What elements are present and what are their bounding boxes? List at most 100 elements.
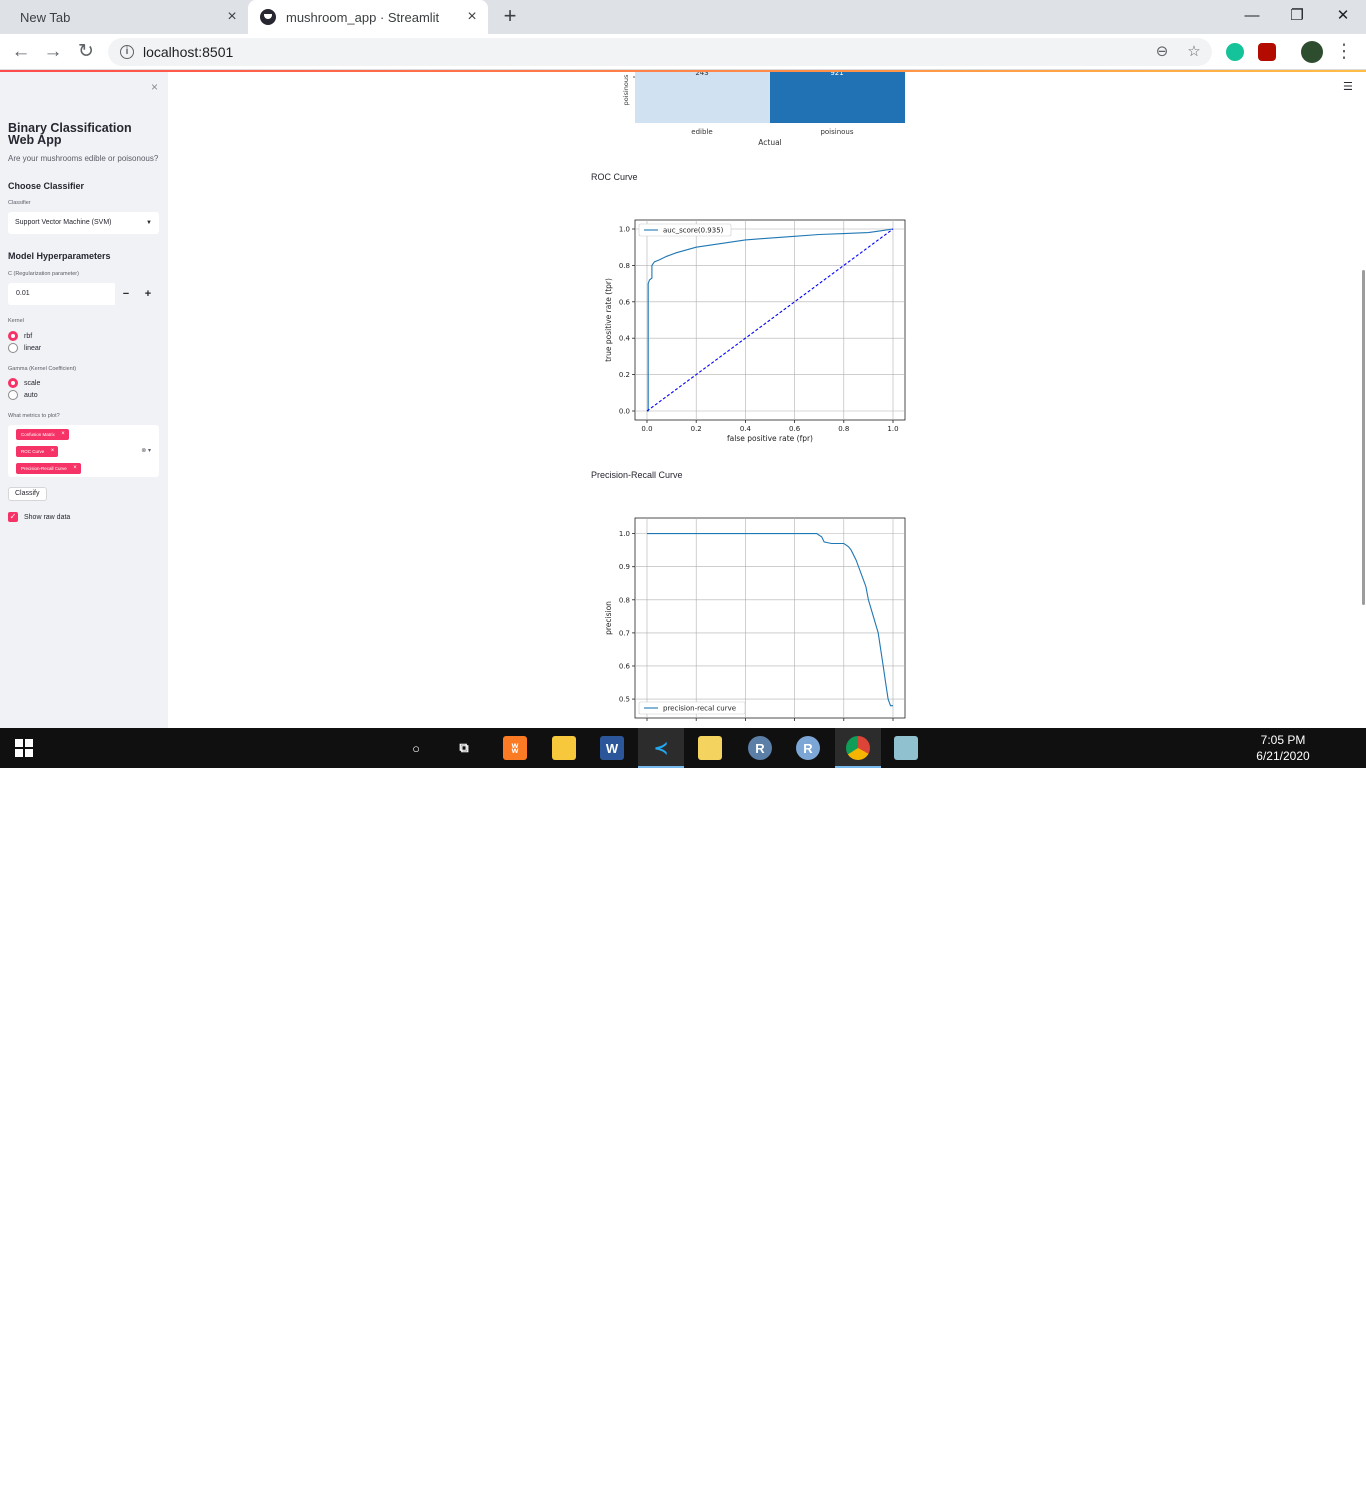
cortana-icon[interactable]: ○	[404, 736, 428, 760]
y-tick-label: 1.0	[619, 530, 630, 538]
windows-taskbar: ○ ⧉ ʬ W ≺ R R ^ ▭ ⊕ 🕪 ⌨ 🗨	[0, 728, 1366, 1485]
cm-xtick-edible: edible	[691, 128, 712, 136]
metric-chip-roc-curve[interactable]: ROC Curve ×	[16, 446, 59, 457]
hyperparameters-header: Model Hyperparameters	[8, 251, 111, 261]
cm-cell-poisinous	[770, 72, 905, 123]
pdf-extension-icon[interactable]	[1258, 43, 1276, 61]
y-tick-label: 0.6	[619, 298, 631, 306]
tab-new-tab[interactable]: New Tab ×	[8, 0, 248, 34]
metric-chip-pr-curve[interactable]: Precision-Recall Curve ×	[16, 463, 81, 474]
site-info-icon[interactable]: i	[120, 45, 134, 59]
radio-label: auto	[24, 391, 38, 399]
xampp-icon[interactable]: ʬ	[503, 736, 527, 760]
precision-recall-chart: 0.5 0.6 0.7 0.8 0.9 1.0 precision precision-rec…	[604, 517, 906, 721]
close-icon[interactable]: ×	[73, 463, 77, 474]
tab-label: mushroom_app · Streamlit	[286, 9, 440, 25]
y-tick-label: 0.2	[619, 371, 630, 379]
network-globe-icon[interactable]: ⊕	[1172, 1468, 1183, 1484]
browser-tab-strip: New Tab × mushroom_app · Streamlit × + —…	[0, 0, 1366, 34]
window-close-icon[interactable]: ✕	[1320, 0, 1366, 30]
tab-mushroom-app[interactable]: mushroom_app · Streamlit ×	[248, 0, 488, 34]
sidebar-close-icon[interactable]: ×	[151, 80, 158, 94]
file-explorer-icon[interactable]	[552, 736, 576, 760]
minimize-icon[interactable]: —	[1229, 0, 1275, 30]
kernel-radio-rbf[interactable]: rbf	[8, 331, 32, 341]
close-icon[interactable]: ×	[51, 446, 55, 457]
gamma-radio-scale[interactable]: scale	[8, 378, 40, 388]
y-tick-label: 0.8	[619, 262, 630, 270]
y-tick-label: 0.4	[619, 335, 631, 343]
radio-label: rbf	[24, 332, 33, 340]
c-parameter-input[interactable]: 0.01	[16, 290, 30, 297]
y-tick-label: 1.0	[619, 226, 630, 234]
chrome-menu-icon[interactable]: ⋮	[1332, 40, 1356, 64]
reload-icon[interactable]: ↻	[74, 40, 98, 64]
kernel-radio-linear[interactable]: linear	[8, 343, 41, 353]
increment-button[interactable]: +	[137, 283, 159, 305]
decrement-button[interactable]: −	[115, 283, 137, 305]
confusion-matrix-chart: 243 921 poisinous edible poisinous Actua…	[622, 72, 905, 147]
kernel-label: Kernel	[8, 318, 24, 324]
vscode-icon[interactable]: ≺	[649, 736, 673, 760]
restore-icon[interactable]: ❐	[1274, 0, 1320, 30]
cm-xtick-poisinous: poisinous	[820, 128, 853, 136]
tray-chevron-up-icon[interactable]: ^	[1127, 1468, 1133, 1483]
roc-section-title: ROC Curve	[591, 172, 638, 182]
notifications-icon[interactable]: 🗨	[1324, 1466, 1344, 1486]
y-tick-label: 0.5	[619, 696, 630, 704]
classifier-label: Classifier	[8, 200, 31, 206]
c-parameter-stepper[interactable]: 0.01 − +	[8, 283, 159, 305]
legend-label: precision-recal curve	[663, 705, 736, 713]
app-icon[interactable]	[894, 736, 918, 760]
new-tab-plus-icon[interactable]: +	[498, 5, 522, 29]
sidebar: × Binary Classification Web App Are your…	[0, 72, 168, 728]
radio-selected-icon	[8, 331, 18, 341]
word-icon[interactable]: W	[600, 736, 624, 760]
gamma-radio-auto[interactable]: auto	[8, 390, 38, 400]
avatar[interactable]	[1301, 41, 1323, 63]
windows-start-icon[interactable]	[12, 736, 36, 760]
task-view-icon[interactable]: ⧉	[452, 736, 476, 760]
bookmark-star-icon[interactable]: ☆	[1185, 43, 1203, 61]
taskbar-clock[interactable]: 7:05 PM 6/21/2020	[1248, 732, 1318, 764]
y-axis-label: true positive rate (tpr)	[604, 278, 613, 362]
close-icon[interactable]: ×	[224, 9, 240, 25]
back-arrow-icon[interactable]: ←	[9, 40, 33, 64]
y-tick-label: 0.9	[619, 563, 630, 571]
volume-icon[interactable]: 🕪	[1194, 1468, 1202, 1484]
tab-label: New Tab	[20, 9, 71, 25]
address-bar[interactable]: i localhost:8501 ⊖ ☆	[108, 38, 1212, 66]
legend-label: auc_score(0.935)	[663, 227, 724, 235]
cm-ylabel: poisinous	[622, 74, 630, 105]
x-tick-label: 0.6	[789, 425, 801, 433]
x-tick-label: 0.4	[740, 425, 752, 433]
forward-arrow-icon[interactable]: →	[41, 40, 65, 64]
clear-and-chevron-icon[interactable]: ⊗ ▾	[141, 447, 151, 454]
close-icon[interactable]: ×	[61, 429, 65, 440]
python-icon[interactable]	[698, 736, 722, 760]
rstudio-icon[interactable]: R	[748, 736, 772, 760]
grammarly-extension-icon[interactable]	[1226, 43, 1244, 61]
y-tick-label: 0.7	[619, 629, 630, 637]
x-tick-label: 0.8	[838, 425, 849, 433]
checkbox-label: Show raw data	[24, 513, 71, 521]
keyboard-icon[interactable]: ⌨	[1220, 1468, 1239, 1484]
x-axis-label: false positive rate (fpr)	[727, 434, 813, 443]
classify-button[interactable]: Classify	[8, 487, 47, 501]
show-raw-data-checkbox[interactable]: ✓ Show raw data	[8, 512, 70, 522]
chrome-icon[interactable]	[846, 736, 870, 760]
metrics-multiselect[interactable]: Confusion Matrix × ROC Curve × Precision-R…	[8, 425, 159, 477]
cm-cell-edible	[635, 72, 770, 123]
zoom-icon[interactable]: ⊖	[1153, 43, 1171, 61]
classifier-select[interactable]: Support Vector Machine (SVM) ▼	[8, 212, 159, 234]
chip-label: ROC Curve	[21, 449, 45, 454]
radio-unselected-icon	[8, 343, 18, 353]
classifier-value: Support Vector Machine (SVM)	[15, 219, 112, 226]
battery-icon[interactable]: ▭	[1149, 1468, 1161, 1484]
metric-chip-confusion-matrix[interactable]: Confusion Matrix ×	[16, 429, 69, 440]
close-icon[interactable]: ×	[464, 9, 480, 25]
r-icon[interactable]: R	[796, 736, 820, 760]
plot-frame	[634, 517, 906, 719]
hamburger-menu-icon[interactable]: ☰	[1343, 80, 1353, 93]
scrollbar[interactable]	[1362, 270, 1365, 605]
